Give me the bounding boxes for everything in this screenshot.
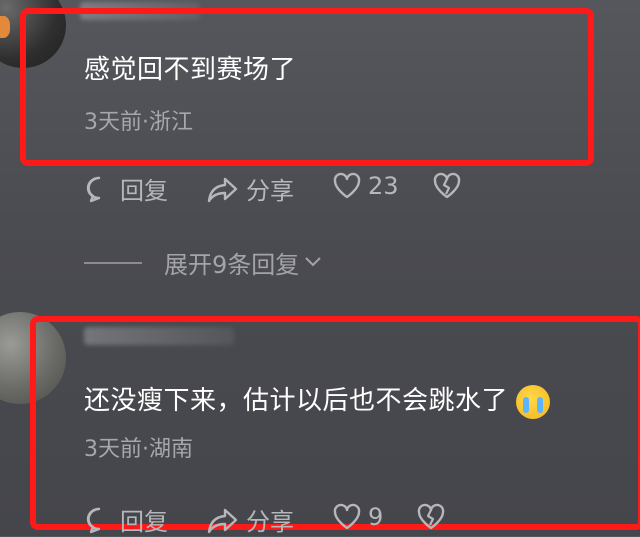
broken-heart-icon (416, 502, 446, 532)
share-label: 分享 (246, 177, 294, 205)
like-count: 23 (368, 172, 399, 200)
chevron-down-icon (303, 249, 323, 277)
like-button[interactable]: 23 (332, 171, 399, 201)
reply-button[interactable]: 回复 (84, 502, 168, 537)
expand-replies-label: 展开9条回复 (164, 251, 300, 279)
comment-meta: 3天前·湖南 (84, 437, 193, 462)
comment-text-content: 还没瘦下来，估计以后也不会跳水了 (84, 386, 509, 416)
heart-icon (332, 502, 362, 532)
avatar[interactable] (0, 0, 66, 68)
comment-meta: 3天前·浙江 (84, 110, 193, 135)
share-icon (206, 174, 240, 204)
share-button[interactable]: 分享 (206, 171, 294, 206)
dislike-button[interactable] (432, 171, 462, 201)
username-blurred[interactable] (84, 327, 234, 345)
crying-face-icon (516, 384, 551, 419)
comment-icon (84, 505, 114, 535)
expand-replies-button[interactable]: 展开9条回复 (84, 245, 323, 280)
reply-label: 回复 (120, 508, 168, 536)
share-label: 分享 (246, 508, 294, 536)
reply-button[interactable]: 回复 (84, 171, 168, 206)
like-count: 9 (368, 503, 384, 531)
highlight-box (20, 8, 594, 166)
comment-text: 感觉回不到赛场了 (84, 55, 297, 85)
comment-text: 还没瘦下来，估计以后也不会跳水了 (84, 380, 551, 419)
divider-line (84, 261, 142, 264)
reply-label: 回复 (120, 177, 168, 205)
share-button[interactable]: 分享 (206, 502, 294, 537)
broken-heart-icon (432, 171, 462, 201)
highlight-box (30, 316, 640, 530)
avatar[interactable] (0, 312, 66, 404)
username-blurred[interactable] (80, 2, 200, 20)
share-icon (206, 505, 240, 535)
dislike-button[interactable] (416, 502, 446, 532)
heart-icon (332, 171, 362, 201)
comment-icon (84, 174, 114, 204)
like-button[interactable]: 9 (332, 502, 383, 532)
